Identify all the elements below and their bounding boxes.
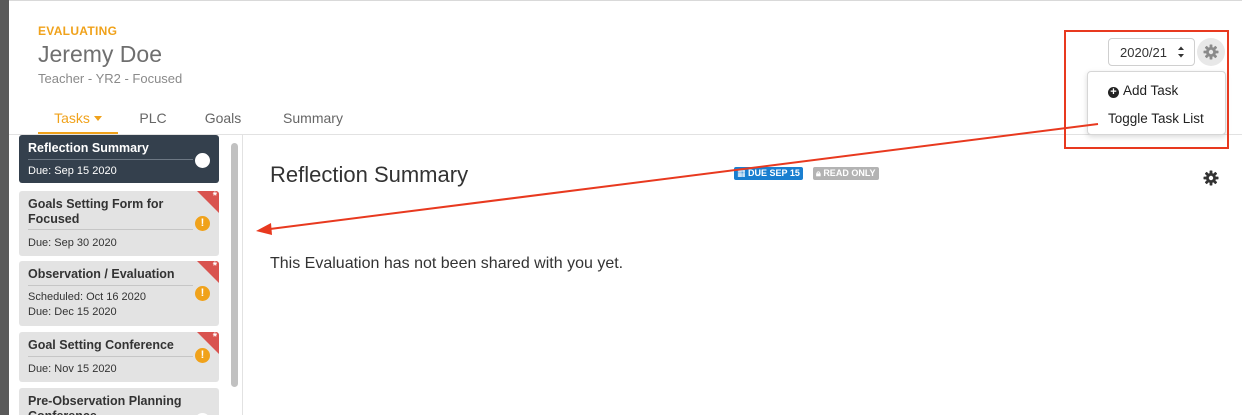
- task-title: Observation / Evaluation: [28, 267, 175, 281]
- tab-label: Summary: [283, 110, 343, 126]
- tab-tasks[interactable]: Tasks: [38, 103, 118, 134]
- task-item-reflection-summary[interactable]: Reflection Summary Due: Sep 15 2020: [19, 135, 219, 183]
- window-edge: [0, 0, 9, 415]
- readonly-badge-label: READ ONLY: [823, 168, 876, 178]
- person-role: Teacher - YR2 - Focused: [38, 71, 183, 86]
- task-divider: [28, 356, 193, 357]
- asterisk-icon: *: [212, 332, 217, 343]
- task-divider: [28, 285, 193, 286]
- task-divider: [28, 229, 193, 230]
- task-title: Goal Setting Conference: [28, 338, 174, 352]
- task-list: Reflection Summary Due: Sep 15 2020 * Go…: [9, 135, 243, 415]
- content-title: Reflection Summary: [270, 162, 469, 187]
- tab-label: Tasks: [54, 110, 90, 126]
- task-due: Due: Sep 30 2020: [28, 237, 117, 249]
- asterisk-icon: *: [212, 261, 217, 272]
- status-label: EVALUATING: [38, 24, 118, 38]
- task-scheduled: Scheduled: Oct 16 2020: [28, 291, 147, 303]
- due-badge: ▦ DUE SEP 15: [734, 167, 803, 180]
- calendar-icon: ▦: [737, 168, 746, 178]
- tab-bar: Tasks PLC Goals Summary: [38, 103, 368, 135]
- task-item-observation-evaluation[interactable]: * Observation / Evaluation Scheduled: Oc…: [19, 261, 219, 326]
- tab-goals[interactable]: Goals: [188, 103, 258, 134]
- task-item-pre-observation-planning[interactable]: Pre-Observation Planning Conference: [19, 388, 219, 415]
- due-badge-label: DUE SEP 15: [748, 168, 800, 178]
- tab-label: Goals: [204, 110, 242, 126]
- task-list-scrollbar[interactable]: [231, 143, 238, 387]
- task-title: Reflection Summary: [28, 141, 149, 155]
- evaluation-header: EVALUATING Jeremy Doe Teacher - YR2 - Fo…: [38, 24, 182, 86]
- task-item-goals-setting-form[interactable]: * Goals Setting Form for Focused Due: Se…: [19, 191, 219, 256]
- content-settings-gear-icon[interactable]: [1203, 170, 1219, 186]
- task-title: Pre-Observation Planning Conference: [28, 394, 182, 415]
- task-item-goal-setting-conference[interactable]: * Goal Setting Conference Due: Nov 15 20…: [19, 332, 219, 382]
- annotation-highlight-box: [1064, 30, 1229, 149]
- circle-icon: [195, 153, 210, 168]
- tab-summary[interactable]: Summary: [258, 103, 368, 134]
- caret-down-icon: [93, 115, 102, 121]
- not-shared-message: This Evaluation has not been shared with…: [270, 255, 624, 272]
- alert-icon: !: [195, 286, 210, 301]
- task-divider: [28, 159, 193, 160]
- tab-label: PLC: [139, 110, 167, 126]
- alert-icon: !: [195, 348, 210, 363]
- lock-icon: 🔒︎: [816, 168, 821, 178]
- readonly-badge: 🔒︎ READ ONLY: [813, 167, 879, 180]
- task-due: Due: Nov 15 2020: [28, 363, 117, 375]
- asterisk-icon: *: [212, 191, 217, 202]
- task-title: Goals Setting Form for Focused: [28, 197, 164, 226]
- task-due: Due: Sep 15 2020: [28, 165, 117, 177]
- top-divider: [9, 0, 1242, 1]
- tab-plc[interactable]: PLC: [118, 103, 188, 134]
- alert-icon: !: [195, 216, 210, 231]
- person-name: Jeremy Doe: [38, 41, 162, 67]
- task-due: Due: Dec 15 2020: [28, 306, 117, 318]
